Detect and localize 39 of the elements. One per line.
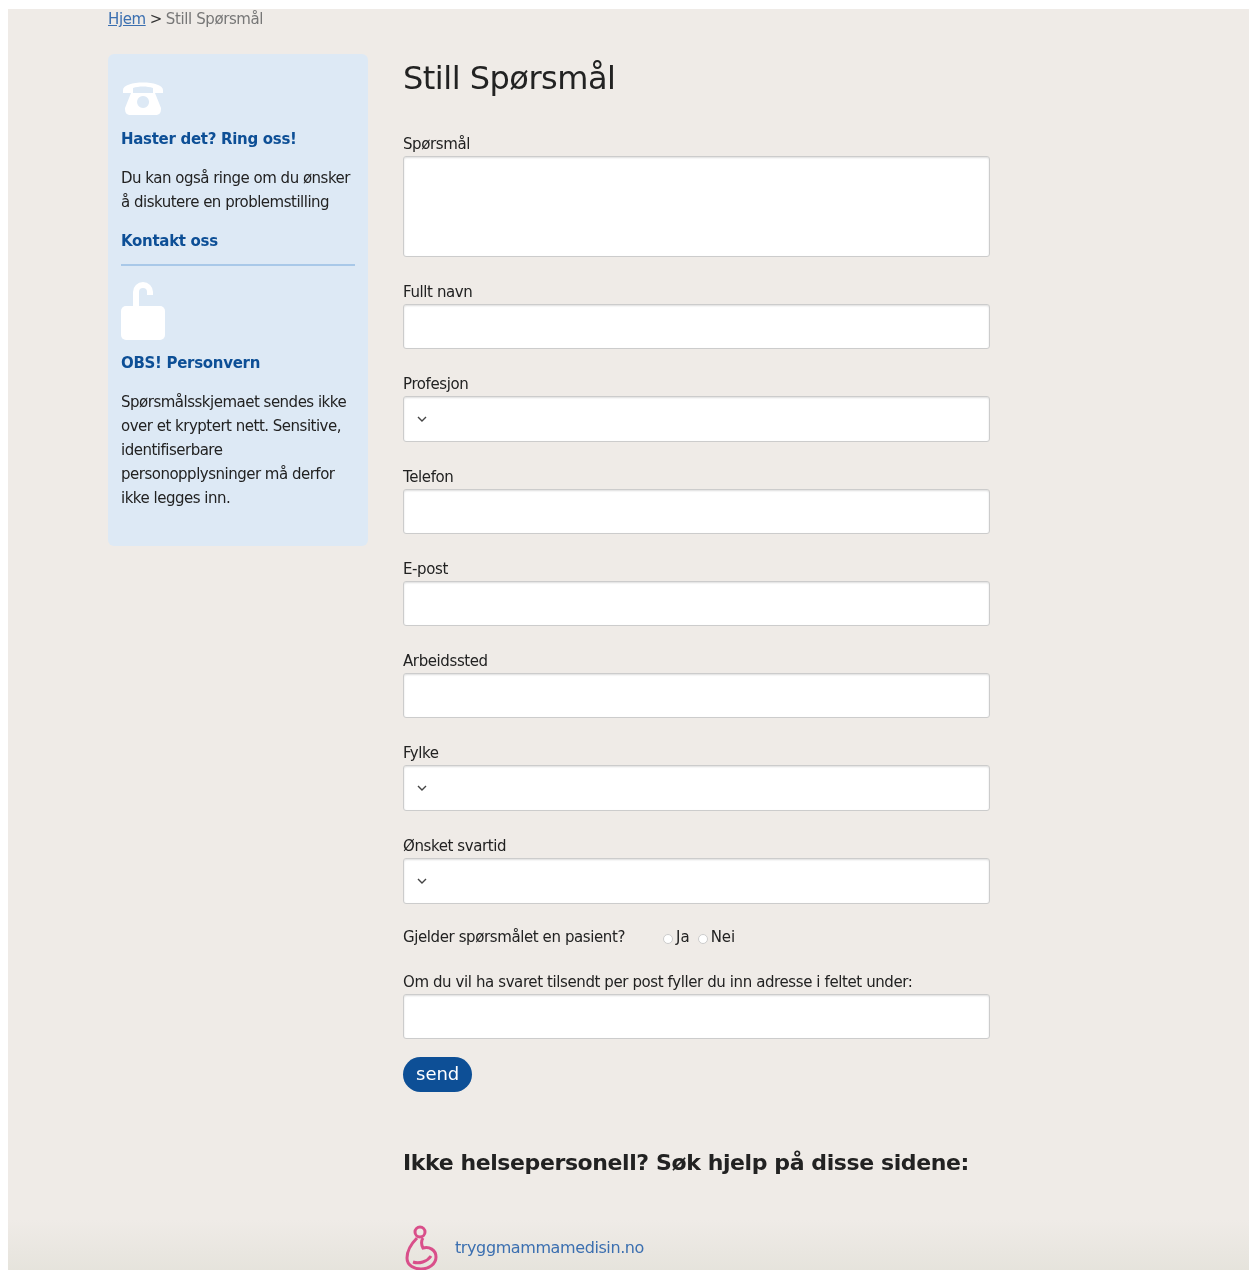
select-field[interactable] — [403, 765, 990, 811]
field-label: Spørsmål — [403, 135, 471, 153]
chevron-icon — [417, 784, 427, 792]
radio-label: Ja — [676, 928, 690, 946]
sidebar-heading: Haster det? Ring oss! — [121, 130, 298, 148]
select-field[interactable] — [403, 858, 990, 904]
external-link[interactable]: tryggmammamedisin.no — [455, 1237, 644, 1257]
field-label: Om du vil ha svaret tilsendt per post fyller du inn adresse i feltet under: — [403, 973, 914, 991]
radio-label: Nei — [710, 928, 736, 946]
contact-link[interactable]: Kontakt oss — [121, 232, 355, 250]
field-label: Fylke — [403, 744, 440, 762]
breadcrumb-current: Still Spørsmål — [165, 10, 264, 28]
question-textarea[interactable] — [403, 156, 990, 257]
text-field[interactable] — [403, 489, 990, 534]
question-label: Gjelder spørsmålet en pasient? — [403, 928, 625, 946]
text-field[interactable] — [403, 304, 990, 349]
field-label: E-post — [403, 560, 449, 578]
field-label: Ønsket svartid — [403, 837, 508, 855]
field-label: Fullt navn — [403, 283, 474, 301]
radio-button[interactable] — [697, 934, 708, 944]
breadcrumb-link[interactable]: Hjem — [108, 10, 146, 28]
text-field[interactable] — [403, 581, 990, 626]
sidebar-heading: OBS! Personvern — [121, 354, 262, 372]
field-label: Profesjon — [403, 375, 470, 393]
sidebar-text: Spørsmålsskjemaet sendes ikke over et kryptert nett. Sensitive, identifiserbare personopplysninger må derfor ikke legges inn. — [121, 392, 348, 509]
select-field[interactable] — [403, 396, 990, 442]
sidebar-text: Du kan også ringe om du ønsker å diskutere en problemstilling — [121, 168, 352, 213]
chevron-icon — [417, 415, 427, 423]
address-field[interactable] — [403, 994, 990, 1039]
section-heading: Ikke helsepersonell? Søk hjelp på disse sidene: — [403, 1150, 970, 1175]
field-label: Telefon — [403, 468, 455, 486]
field-label: Arbeidssted — [403, 652, 489, 670]
page-title: Still Spørsmål — [403, 59, 617, 97]
breadcrumb-separator: > — [149, 10, 162, 28]
unlocked-padlock-icon — [121, 280, 165, 340]
send-button[interactable]: send — [403, 1057, 473, 1092]
text-field[interactable] — [403, 673, 990, 718]
chevron-icon — [417, 877, 427, 885]
radio-button[interactable] — [663, 934, 673, 944]
